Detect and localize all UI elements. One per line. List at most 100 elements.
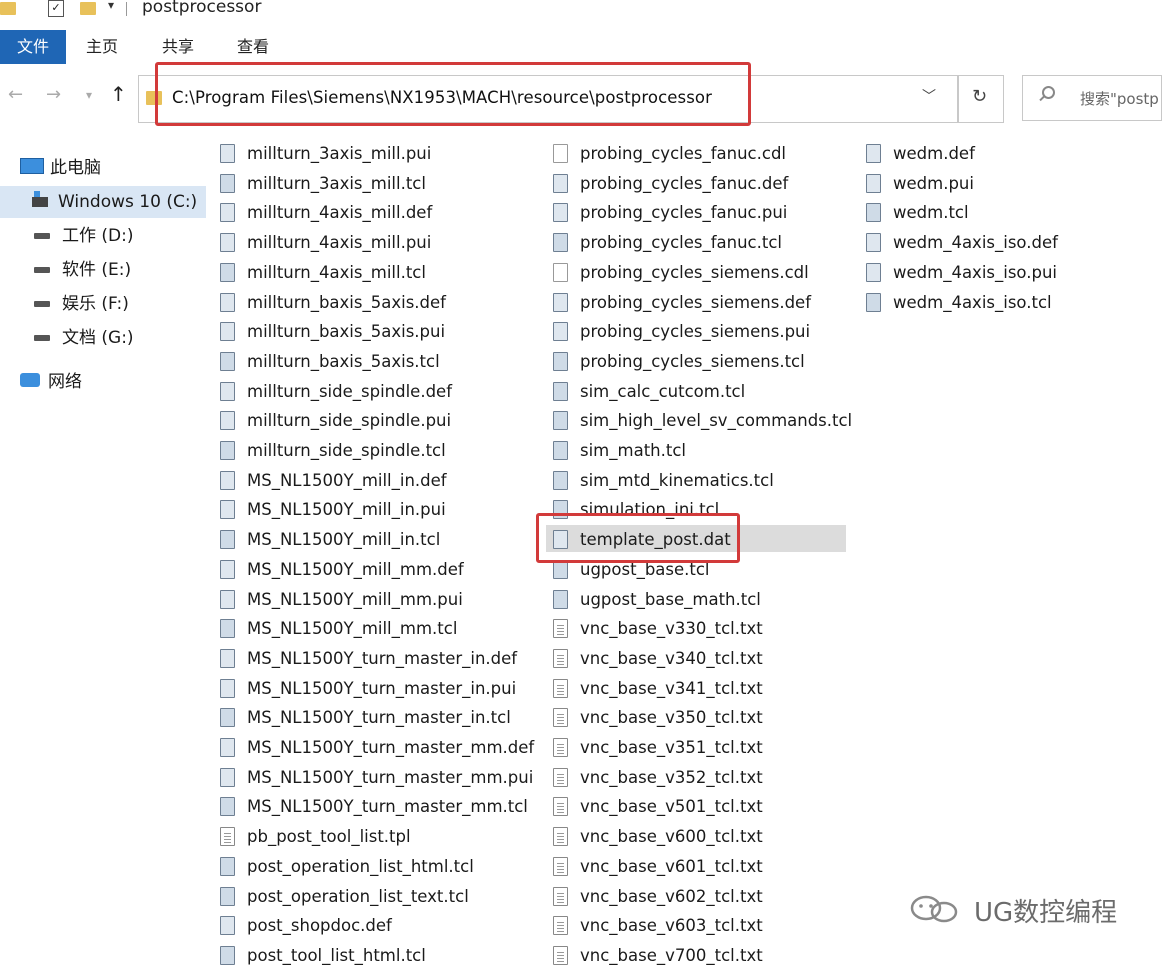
file-name: MS_NL1500Y_mill_mm.pui — [247, 590, 463, 609]
file-name: millturn_4axis_mill.def — [247, 203, 433, 222]
folder-icon — [0, 2, 16, 15]
file-icon — [866, 233, 881, 252]
file-name: millturn_baxis_5axis.pui — [247, 322, 446, 341]
tab-share[interactable]: 共享 — [162, 30, 194, 64]
up-arrow-icon[interactable]: ↑ — [110, 82, 127, 106]
title-bar: ✓ ▾ postprocessor — [0, 0, 1162, 30]
file-name: vnc_base_v602_tcl.txt — [580, 887, 763, 906]
file-icon — [866, 144, 881, 163]
recent-locations-icon[interactable]: ▾ — [86, 88, 92, 102]
watermark-text: UG数控编程 — [974, 898, 1118, 928]
file-icon — [220, 738, 235, 757]
file-icon — [220, 649, 235, 668]
tcl-file-icon — [220, 887, 235, 906]
file-icon — [220, 322, 235, 341]
file-name: vnc_base_v350_tcl.txt — [580, 708, 763, 727]
file-name: MS_NL1500Y_turn_master_in.pui — [247, 679, 517, 698]
file-name: MS_NL1500Y_mill_in.tcl — [247, 530, 441, 549]
drive-icon — [34, 335, 50, 341]
properties-icon[interactable]: ✓ — [48, 0, 64, 17]
back-arrow-icon[interactable]: ← — [8, 84, 23, 105]
tcl-file-icon — [220, 946, 235, 965]
tcl-file-icon — [553, 590, 568, 609]
file-name: probing_cycles_fanuc.cdl — [580, 144, 787, 163]
file-name: MS_NL1500Y_mill_in.pui — [247, 500, 446, 519]
file-name: wedm.tcl — [893, 203, 969, 222]
file-name: probing_cycles_siemens.cdl — [580, 263, 809, 282]
blank-file-icon — [553, 144, 568, 163]
file-icon — [553, 322, 568, 341]
computer-icon — [20, 158, 44, 174]
file-name: post_tool_list_html.tcl — [247, 946, 426, 965]
drive-icon — [34, 301, 50, 307]
divider — [126, 2, 127, 16]
sidebar-item-drive-f[interactable]: 娱乐 (F:) — [34, 288, 129, 320]
file-name: sim_mtd_kinematics.tcl — [580, 471, 774, 490]
file-name: millturn_4axis_mill.tcl — [247, 263, 426, 282]
file-name: wedm.def — [893, 144, 975, 163]
text-file-icon — [553, 649, 568, 668]
file-name: wedm_4axis_iso.pui — [893, 263, 1057, 282]
window-title: postprocessor — [142, 0, 262, 17]
search-placeholder[interactable]: 搜索"postp — [1080, 88, 1159, 109]
file-name: wedm_4axis_iso.def — [893, 233, 1058, 252]
file-icon — [866, 174, 881, 193]
text-file-icon — [553, 679, 568, 698]
sidebar-item-network[interactable]: 网络 — [20, 366, 82, 398]
tcl-file-icon — [220, 797, 235, 816]
tab-home[interactable]: 主页 — [86, 30, 118, 64]
file-icon — [553, 293, 568, 312]
file-name: probing_cycles_siemens.def — [580, 293, 812, 312]
file-icon — [220, 916, 235, 935]
tcl-file-icon — [553, 411, 568, 430]
file-name: MS_NL1500Y_mill_in.def — [247, 471, 447, 490]
quick-access-dropdown-icon[interactable]: ▾ — [108, 0, 114, 12]
tcl-file-icon — [866, 293, 881, 312]
file-name: millturn_baxis_5axis.tcl — [247, 352, 440, 371]
file-name: MS_NL1500Y_turn_master_in.tcl — [247, 708, 511, 727]
file-name: MS_NL1500Y_turn_master_mm.pui — [247, 768, 534, 787]
chevron-down-icon[interactable]: ﹀ — [922, 86, 936, 106]
text-file-icon — [553, 619, 568, 638]
tab-file[interactable]: 文件 — [0, 30, 66, 64]
network-icon — [20, 373, 40, 387]
tcl-file-icon — [866, 203, 881, 222]
file-name: millturn_3axis_mill.tcl — [247, 174, 426, 193]
navigation-pane: 此电脑 Windows 10 (C:) 工作 (D:) 软件 (E:) 娱乐 (… — [0, 140, 210, 960]
file-name: vnc_base_v700_tcl.txt — [580, 946, 763, 965]
file-icon — [220, 203, 235, 222]
sidebar-item-this-pc[interactable]: 此电脑 — [20, 152, 101, 184]
file-icon — [553, 203, 568, 222]
file-name: millturn_baxis_5axis.def — [247, 293, 446, 312]
highlight-annotation — [155, 62, 751, 126]
sidebar-item-drive-c[interactable]: Windows 10 (C:) — [32, 186, 197, 218]
tcl-file-icon — [553, 441, 568, 460]
text-file-icon — [553, 708, 568, 727]
forward-arrow-icon[interactable]: → — [46, 84, 61, 105]
file-name: vnc_base_v341_tcl.txt — [580, 679, 763, 698]
tcl-file-icon — [553, 471, 568, 490]
file-icon — [220, 679, 235, 698]
file-name: vnc_base_v601_tcl.txt — [580, 857, 763, 876]
search-icon — [1042, 86, 1055, 99]
text-file-icon — [553, 887, 568, 906]
sidebar-item-drive-e[interactable]: 软件 (E:) — [34, 254, 131, 286]
tab-view[interactable]: 查看 — [237, 30, 269, 64]
refresh-icon[interactable]: ↻ — [972, 86, 987, 107]
tcl-file-icon — [553, 233, 568, 252]
sidebar-item-drive-d[interactable]: 工作 (D:) — [34, 220, 134, 252]
text-file-icon — [553, 738, 568, 757]
file-name: vnc_base_v330_tcl.txt — [580, 619, 763, 638]
file-name: sim_high_level_sv_commands.tcl — [580, 411, 853, 430]
tcl-file-icon — [220, 174, 235, 193]
text-file-icon — [553, 797, 568, 816]
file-name: MS_NL1500Y_mill_mm.tcl — [247, 619, 458, 638]
tcl-file-icon — [220, 352, 235, 371]
file-name: wedm_4axis_iso.tcl — [893, 293, 1052, 312]
file-icon — [220, 144, 235, 163]
file-name: millturn_side_spindle.pui — [247, 411, 452, 430]
sidebar-item-drive-g[interactable]: 文档 (G:) — [34, 322, 134, 354]
file-name: probing_cycles_siemens.tcl — [580, 352, 805, 371]
file-name: sim_calc_cutcom.tcl — [580, 382, 746, 401]
new-folder-icon[interactable] — [80, 2, 96, 15]
